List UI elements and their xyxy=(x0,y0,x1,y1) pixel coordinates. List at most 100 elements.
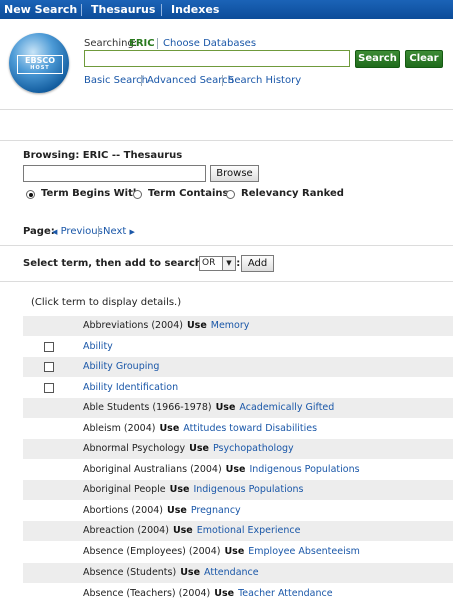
use-term-link[interactable]: Teacher Attendance xyxy=(238,588,332,599)
use-label: Use xyxy=(224,546,245,557)
nav-divider xyxy=(81,4,82,16)
previous-label: Previous xyxy=(60,226,103,237)
click-term-hint: (Click term to display details.) xyxy=(31,297,182,308)
search-button[interactable]: Search xyxy=(355,50,400,68)
term-row: Ability Grouping xyxy=(23,357,453,377)
logo-subtext: HOST xyxy=(30,65,50,71)
ebsco-host-logo[interactable]: EBSCO HOST xyxy=(9,33,69,93)
term-row: Able Students (1966-1978) Use Academically… xyxy=(23,398,453,418)
divider xyxy=(98,226,99,237)
browse-button[interactable]: Browse xyxy=(210,165,259,182)
advanced-search-link[interactable]: Advanced Search xyxy=(147,75,234,86)
use-term-link[interactable]: Psychopathology xyxy=(213,443,294,454)
term-row: Absence (Employees) (2004) Use Employee Ab… xyxy=(23,542,453,562)
term-checkbox[interactable] xyxy=(44,362,54,372)
term-label: Absence (Employees) (2004) xyxy=(83,546,221,557)
top-navigation-bar: New Search Thesaurus Indexes xyxy=(0,0,453,19)
use-label: Use xyxy=(186,320,207,331)
use-label: Use xyxy=(180,567,201,578)
term-label: Abnormal Psychology xyxy=(83,443,186,454)
term-entry: Ability Identification xyxy=(83,382,178,394)
use-label: Use xyxy=(189,443,209,454)
next-label: Next xyxy=(103,226,127,237)
radio-term-begins-with[interactable] xyxy=(26,190,35,199)
clear-button[interactable]: Clear xyxy=(405,50,443,68)
chevron-right-icon: ▶ xyxy=(129,228,135,236)
section-divider xyxy=(0,245,453,246)
term-label: Abortions (2004) xyxy=(83,505,164,516)
use-label: Use xyxy=(172,525,193,536)
term-entry: Ability xyxy=(83,341,113,353)
use-label: Use xyxy=(215,402,236,413)
term-entry: Absence (Employees) (2004) Use Employee Ab… xyxy=(83,546,360,558)
radio-term-contains[interactable] xyxy=(133,190,142,199)
term-row: Ability Identification xyxy=(23,378,453,398)
use-term-link[interactable]: Attitudes toward Disabilities xyxy=(183,423,317,434)
divider xyxy=(157,38,158,49)
term-entry: Absence (Students) Use Attendance xyxy=(83,567,259,579)
divider xyxy=(141,75,142,86)
term-entry: Abbreviations (2004) Use Memory xyxy=(83,320,249,332)
basic-search-link[interactable]: Basic Search xyxy=(84,75,148,86)
term-label: Aboriginal People xyxy=(83,484,166,495)
term-entry: Ability Grouping xyxy=(83,361,159,373)
term-row: Aboriginal Australians (2004) Use Indigeno… xyxy=(23,460,453,480)
browse-input[interactable] xyxy=(23,165,206,182)
chevron-down-icon: ▼ xyxy=(222,257,235,270)
term-label: Abbreviations (2004) xyxy=(83,320,183,331)
term-row: Aboriginal People Use Indigenous Populatio… xyxy=(23,480,453,500)
previous-page-link[interactable]: ◀ Previous xyxy=(52,226,103,237)
use-term-link[interactable]: Emotional Experience xyxy=(197,525,301,536)
boolean-operator-select[interactable]: OR ▼ xyxy=(199,256,236,271)
section-divider xyxy=(0,140,453,141)
term-row: Ableism (2004) Use Attitudes toward Disabi… xyxy=(23,419,453,439)
browse-title: Browsing: ERIC -- Thesaurus xyxy=(23,150,183,161)
radio-relevancy-ranked[interactable] xyxy=(226,190,235,199)
term-row: Abreaction (2004) Use Emotional Experience xyxy=(23,521,453,541)
use-term-link[interactable]: Academically Gifted xyxy=(239,402,334,413)
use-term-link[interactable]: Memory xyxy=(211,320,250,331)
term-link[interactable]: Ability Identification xyxy=(83,382,178,393)
use-label: Use xyxy=(159,423,180,434)
term-entry: Able Students (1966-1978) Use Academically… xyxy=(83,402,334,414)
use-term-link[interactable]: Indigenous Populations xyxy=(249,464,359,475)
section-divider xyxy=(0,109,453,110)
use-term-link[interactable]: Pregnancy xyxy=(191,505,241,516)
term-link[interactable]: Ability xyxy=(83,341,113,352)
radio-label: Term Begins With xyxy=(41,188,141,199)
term-link[interactable]: Ability Grouping xyxy=(83,361,159,372)
page-label: Page: xyxy=(23,226,55,237)
term-label: Able Students (1966-1978) xyxy=(83,402,212,413)
logo-wordmark: EBSCO HOST xyxy=(17,55,63,74)
chevron-left-icon: ◀ xyxy=(52,228,58,236)
term-label: Aboriginal Australians (2004) xyxy=(83,464,222,475)
term-entry: Ableism (2004) Use Attitudes toward Disabi… xyxy=(83,423,317,435)
term-label: Ableism (2004) xyxy=(83,423,156,434)
use-term-link[interactable]: Indigenous Populations xyxy=(193,484,303,495)
nav-new-search[interactable]: New Search xyxy=(4,2,77,17)
term-row: Ability xyxy=(23,337,453,357)
term-row: Abbreviations (2004) Use Memory xyxy=(23,316,453,336)
choose-databases-link[interactable]: Choose Databases xyxy=(163,38,256,49)
use-label: Use xyxy=(214,588,235,599)
term-row: Abortions (2004) Use Pregnancy xyxy=(23,501,453,521)
search-history-link[interactable]: Search History xyxy=(228,75,301,86)
use-term-link[interactable]: Employee Absenteeism xyxy=(248,546,360,557)
operator-value: OR xyxy=(202,258,216,268)
term-checkbox[interactable] xyxy=(44,383,54,393)
current-database: ERIC xyxy=(129,38,155,49)
nav-indexes[interactable]: Indexes xyxy=(171,2,219,17)
use-term-link[interactable]: Attendance xyxy=(204,567,259,578)
use-label: Use xyxy=(167,505,187,516)
term-entry: Absence (Teachers) (2004) Use Teacher Atte… xyxy=(83,588,333,600)
nav-divider xyxy=(161,4,162,16)
search-input[interactable] xyxy=(84,50,350,67)
add-button[interactable]: Add xyxy=(241,255,274,272)
term-checkbox[interactable] xyxy=(44,342,54,352)
section-divider xyxy=(0,281,453,282)
nav-thesaurus[interactable]: Thesaurus xyxy=(91,2,155,17)
radio-label: Relevancy Ranked xyxy=(241,188,344,199)
use-label: Use xyxy=(225,464,246,475)
term-entry: Aboriginal People Use Indigenous Populatio… xyxy=(83,484,304,496)
next-page-link[interactable]: Next ▶ xyxy=(103,226,135,237)
